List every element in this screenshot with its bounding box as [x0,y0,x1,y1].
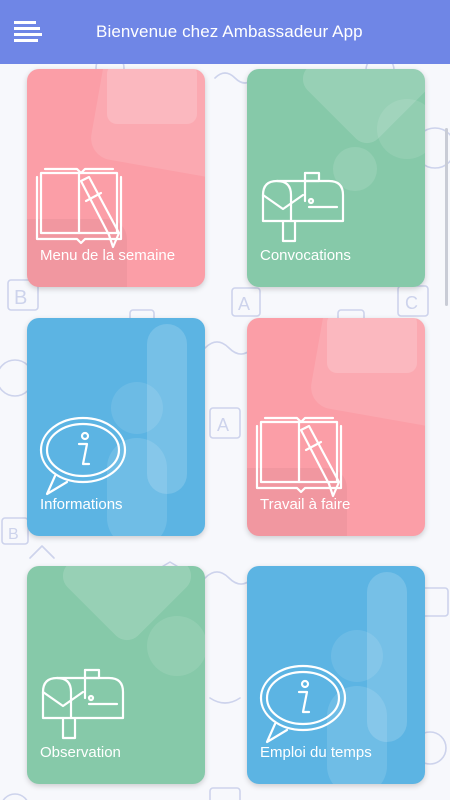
tile-convocations[interactable]: Convocations [247,69,425,287]
svg-text:B: B [8,526,19,543]
info-bubble-icon [39,416,127,496]
tile-label: Emploi du temps [260,744,372,761]
app-bar: Bienvenue chez Ambassadeur App [0,0,450,64]
info-bubble-icon [259,664,347,744]
tile-observation[interactable]: Observation [27,566,205,784]
hamburger-menu-icon [14,21,42,42]
app-title: Bienvenue chez Ambassadeur App [96,22,363,41]
mailbox-icon [261,171,345,243]
tile-label: Travail à faire [260,496,351,513]
tile-label: Observation [40,744,121,761]
svg-text:B: B [14,287,27,309]
svg-text:A: A [238,294,250,314]
mailbox-icon [41,668,125,740]
tile-emploi-du-temps[interactable]: Emploi du temps [247,566,425,784]
book-pencil-icon [255,416,343,498]
scroll-indicator [445,128,448,306]
menu-button[interactable] [0,0,56,64]
tile-label: Convocations [260,247,351,264]
book-pencil-icon [35,167,123,249]
tile-menu-de-la-semaine[interactable]: Menu de la semaine [27,69,205,287]
tile-travail-a-faire[interactable]: Travail à faire [247,318,425,536]
svg-text:A: A [217,415,229,435]
svg-text:C: C [405,293,418,313]
tile-label: Menu de la semaine [40,247,176,264]
tile-label: Informations [40,496,123,513]
tile-informations[interactable]: Informations [27,318,205,536]
